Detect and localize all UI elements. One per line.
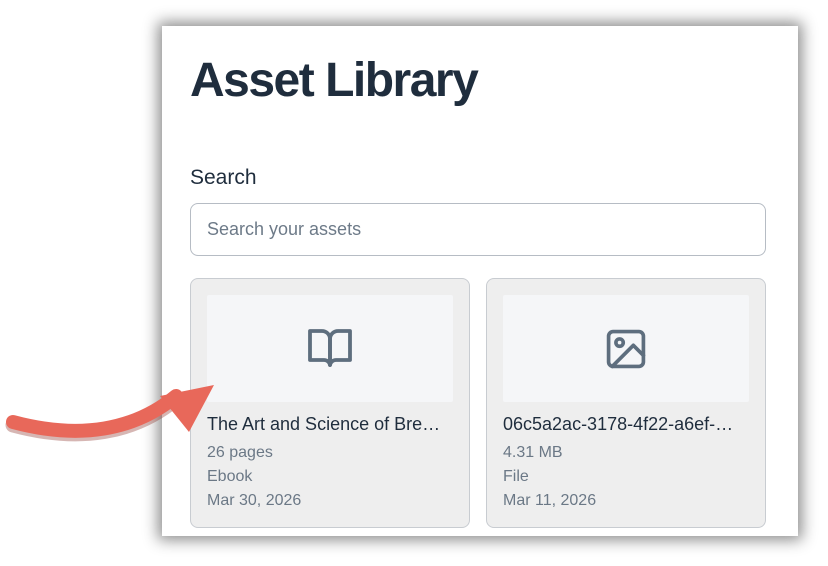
- page-title: Asset Library: [190, 54, 479, 107]
- asset-thumbnail: [207, 295, 453, 402]
- search-label: Search: [190, 166, 257, 189]
- asset-size: 4.31 MB: [503, 444, 563, 461]
- image-icon: [606, 329, 646, 368]
- asset-type: Ebook: [207, 468, 253, 485]
- asset-library-panel: Asset Library Search The Art and Science…: [162, 26, 798, 536]
- asset-date: Mar 30, 2026: [207, 492, 302, 509]
- book-open-icon: [308, 328, 352, 367]
- pointer-arrow-icon: [5, 385, 214, 442]
- asset-title: The Art and Science of Bre…: [207, 414, 441, 434]
- asset-thumbnail: [503, 295, 749, 402]
- asset-card[interactable]: The Art and Science of Bre… 26 pages Ebo…: [190, 278, 470, 528]
- search-input[interactable]: [190, 203, 766, 256]
- asset-title: 06c5a2ac-3178-4f22-a6ef-…: [503, 414, 734, 434]
- asset-type: File: [503, 468, 529, 485]
- asset-date: Mar 11, 2026: [503, 492, 597, 509]
- asset-card[interactable]: 06c5a2ac-3178-4f22-a6ef-… 4.31 MB File M…: [486, 278, 766, 528]
